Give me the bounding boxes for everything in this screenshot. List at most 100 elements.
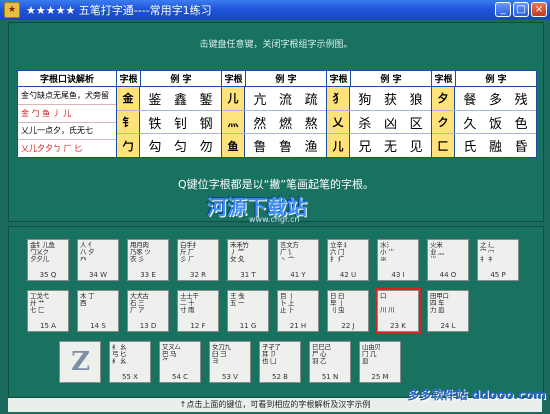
radical-cell: 夕 bbox=[432, 87, 455, 110]
example-char: 无 bbox=[383, 140, 397, 156]
minimize-button[interactable]: _ bbox=[495, 2, 511, 17]
key-label: 14 S bbox=[90, 322, 106, 330]
radical-cell: 钅 bbox=[117, 110, 140, 134]
example-cell: 餐多残 bbox=[455, 87, 536, 110]
key-radicals: 立辛丬 六 门 扌 疒 bbox=[330, 241, 349, 263]
radical-row: 夕餐多残 bbox=[432, 87, 536, 111]
key-radicals: 工戈弋 廾 艹 七 匚 bbox=[30, 292, 49, 314]
key-radicals: 火米 业 灬 ⺌ bbox=[430, 241, 445, 263]
key-31t[interactable]: 禾禾竹 丿 ⺮ 攵 夂 31 T bbox=[227, 239, 269, 281]
example-char: 流 bbox=[278, 92, 292, 108]
key-label: 45 P bbox=[490, 271, 506, 279]
key-z[interactable]: Z bbox=[59, 341, 101, 383]
keyboard: 金钅儿鱼 勹乂ク 夕夕儿 35 Q 人 亻 八 夕 癶 34 W 用月肉 乃豕 ツ 衣 … bbox=[8, 226, 544, 398]
example-char: 渔 bbox=[304, 140, 318, 156]
key-label: 15 A bbox=[40, 322, 56, 330]
example-char: 昏 bbox=[514, 140, 528, 156]
key-43i[interactable]: 水氵 小 ⺌ 氺 43 I bbox=[377, 239, 419, 281]
window-controls: _ □ × bbox=[495, 2, 547, 17]
example-char: 饭 bbox=[488, 116, 502, 132]
example-cell: 氏融昏 bbox=[455, 134, 536, 157]
key-23k[interactable]: 口 川 川 23 K bbox=[375, 288, 421, 334]
key-13d[interactable]: 大犬古 石 三 厂 ア 13 D bbox=[127, 290, 169, 332]
key-12f[interactable]: 土士干 二 十 寸 雨 12 F bbox=[177, 290, 219, 332]
key-label: 21 H bbox=[289, 322, 307, 330]
key-radicals: 子孑了 耳 卩 也 凵 bbox=[262, 343, 281, 365]
key-53v[interactable]: 女刀九 臼 彐 ヨ 53 V bbox=[209, 341, 251, 383]
example-char: 铁 bbox=[148, 116, 162, 132]
example-cell: 兄无见 bbox=[350, 134, 431, 157]
close-button[interactable]: × bbox=[531, 2, 547, 17]
key-radicals: 王 戋 五 一 bbox=[230, 292, 245, 307]
key-42u[interactable]: 立辛丬 六 门 扌 疒 42 U bbox=[327, 239, 369, 281]
key-15a[interactable]: 工戈弋 廾 艹 七 匚 15 A bbox=[27, 290, 69, 332]
example-header: 例 字 bbox=[170, 75, 192, 85]
key-44o[interactable]: 火米 业 灬 ⺌ 44 O bbox=[427, 239, 469, 281]
key-34w[interactable]: 人 亻 八 夕 癶 34 W bbox=[77, 239, 119, 281]
radical-cell: 犭 bbox=[327, 87, 350, 110]
radical-column: 字根例 字儿亢流疏灬然燃熬鱼鲁鲁渔 bbox=[222, 71, 327, 158]
radical-cell: 匚 bbox=[432, 134, 455, 158]
example-header: 例 字 bbox=[380, 75, 402, 85]
maximize-button[interactable]: □ bbox=[513, 2, 529, 17]
example-char: 匀 bbox=[173, 140, 187, 156]
key-41y[interactable]: 言文方 广 讠 丶 亠 41 Y bbox=[277, 239, 319, 281]
example-cell: 杀凶区 bbox=[350, 111, 431, 134]
key-radicals: Z bbox=[71, 347, 90, 377]
radical-row: 匚氏融昏 bbox=[432, 134, 536, 158]
radical-row: 犭狗获狼 bbox=[327, 87, 431, 111]
key-label: 25 M bbox=[371, 373, 389, 381]
example-char: 区 bbox=[409, 116, 423, 132]
mnemonic-line: 金 勹 鱼 丿 儿 bbox=[18, 105, 116, 123]
example-char: 杀 bbox=[358, 116, 372, 132]
radical-row: 儿亢流疏 bbox=[222, 87, 326, 111]
key-11g[interactable]: 王 戋 五 一 11 G bbox=[227, 290, 269, 332]
example-char: 勿 bbox=[199, 140, 213, 156]
mnemonic-column: 字根口诀解析 金勺缺点无尾鱼，犬旁留 金 勹 鱼 丿 儿 乂儿一点夕，氏无七 乂… bbox=[18, 71, 117, 157]
radical-table: 字根口诀解析 金勺缺点无尾鱼，犬旁留 金 勹 鱼 丿 儿 乂儿一点夕，氏无七 乂… bbox=[17, 70, 537, 158]
key-45p[interactable]: 之 辶 宀 冖 礻 衤 45 P bbox=[477, 239, 519, 281]
root-header: 字根 bbox=[117, 71, 141, 86]
key-21h[interactable]: 目 丨 卜 上 止 ⺊ 21 H bbox=[277, 290, 319, 332]
title-bar: ★ ★★★★★ 五笔打字通----常用字1练习 _ □ × bbox=[0, 0, 550, 20]
key-radicals: 大犬古 石 三 厂 ア bbox=[130, 292, 149, 314]
key-label: 43 I bbox=[391, 271, 405, 279]
key-51n[interactable]: 已巳己 尸 心 羽 乙 51 N bbox=[309, 341, 351, 383]
key-description: Q键位字根都是以“撇”笔画起笔的字根。 bbox=[177, 178, 375, 191]
example-cell: 狗获狼 bbox=[350, 87, 431, 110]
example-char: 钊 bbox=[173, 116, 187, 132]
key-52b[interactable]: 子孑了 耳 卩 也 凵 52 B bbox=[259, 341, 301, 383]
key-33e[interactable]: 用月肉 乃豕 ツ 衣 彡 33 E bbox=[127, 239, 169, 281]
radical-cell: 乂 bbox=[327, 110, 350, 134]
radical-row: 鱼鲁鲁渔 bbox=[222, 134, 326, 158]
example-char: 勾 bbox=[148, 140, 162, 156]
key-54c[interactable]: 又ㄡ厶 巴 马 ⺈ 54 C bbox=[159, 341, 201, 383]
example-char: 然 bbox=[253, 116, 267, 132]
key-radicals: 日 曰 早 丨 刂 虫 bbox=[330, 292, 345, 314]
example-cell: 鉴鑫錾 bbox=[140, 87, 221, 110]
mnemonic-line: 乂儿一点夕，氏无七 bbox=[18, 123, 116, 141]
example-char: 多 bbox=[488, 92, 502, 108]
key-32r[interactable]: 白手扌 斤 厂 彡 ㄏ 32 R bbox=[177, 239, 219, 281]
key-14s[interactable]: 木 丁 西 14 S bbox=[77, 290, 119, 332]
example-char: 鉴 bbox=[148, 92, 162, 108]
example-char: 鑫 bbox=[173, 92, 187, 108]
key-24l[interactable]: 田甲口 四 车 力 皿 24 L bbox=[427, 290, 469, 332]
example-char: 狗 bbox=[358, 92, 372, 108]
key-22j[interactable]: 日 曰 早 丨 刂 虫 22 J bbox=[327, 290, 369, 332]
key-25m[interactable]: 山由贝 冂 几 皿 25 M bbox=[359, 341, 401, 383]
example-char: 见 bbox=[409, 140, 423, 156]
radical-row: 乂杀凶区 bbox=[327, 110, 431, 135]
key-label: 31 T bbox=[240, 271, 256, 279]
key-label: 44 O bbox=[439, 271, 457, 279]
radical-example-panel[interactable]: 击键盘任意键，关闭字根组字示例图。 字根口诀解析 金勺缺点无尾鱼，犬旁留 金 勹… bbox=[8, 22, 544, 224]
key-radicals: 人 亻 八 夕 癶 bbox=[80, 241, 95, 263]
root-header: 字根 bbox=[327, 71, 351, 86]
mnemonic-line: 乂儿夕夕ㄅ 厂 匕 bbox=[21, 144, 83, 154]
example-char: 残 bbox=[514, 92, 528, 108]
key-label: 33 E bbox=[140, 271, 156, 279]
key-55x[interactable]: 纟 幺 弓 匕 纟 幺 55 X bbox=[109, 341, 151, 383]
key-35q[interactable]: 金钅儿鱼 勹乂ク 夕夕儿 35 Q bbox=[27, 239, 69, 281]
example-header: 例 字 bbox=[485, 75, 507, 85]
example-cell: 鲁鲁渔 bbox=[245, 134, 326, 157]
